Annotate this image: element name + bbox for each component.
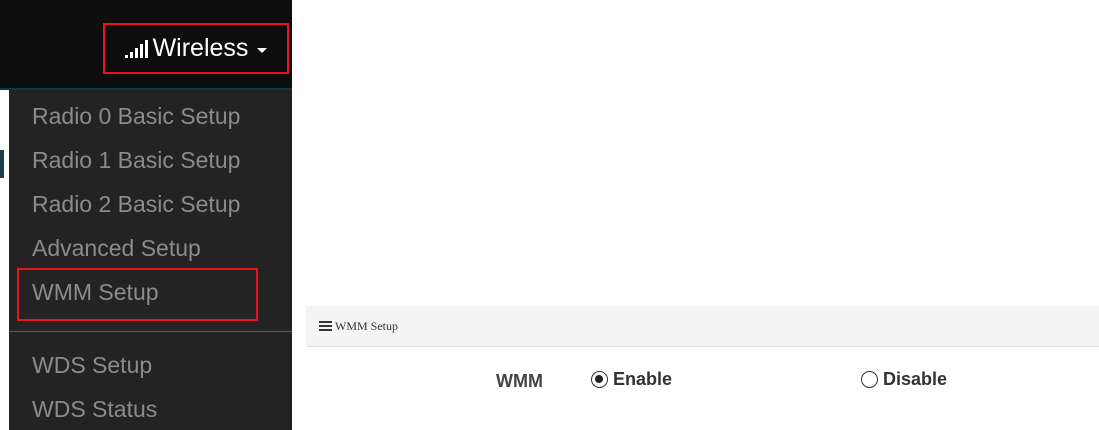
wireless-menu-toggle[interactable]: Wireless	[103, 23, 289, 74]
wmm-setup-highlight-box	[17, 268, 258, 321]
panel-title: WMM Setup	[335, 318, 398, 333]
wmm-disable-option[interactable]: Disable	[861, 369, 947, 390]
menu-item-radio0-basic-setup[interactable]: Radio 0 Basic Setup	[32, 101, 240, 131]
signal-bars-icon	[124, 39, 148, 58]
menu-item-wds-status[interactable]: WDS Status	[32, 394, 157, 424]
background-accent	[0, 150, 4, 178]
disable-radio-label: Disable	[883, 369, 948, 389]
menu-item-radio2-basic-setup[interactable]: Radio 2 Basic Setup	[32, 189, 240, 219]
wireless-menu-label: Wireless	[152, 34, 249, 62]
enable-radio[interactable]	[591, 371, 608, 388]
menu-item-wds-setup[interactable]: WDS Setup	[32, 350, 152, 380]
wmm-panel-header: WMM Setup	[306, 306, 1099, 347]
wmm-enable-option[interactable]: Enable	[591, 369, 672, 390]
caret-down-icon	[257, 48, 268, 53]
enable-radio-label: Enable	[613, 369, 673, 389]
disable-radio[interactable]	[861, 371, 878, 388]
list-icon	[319, 321, 332, 331]
wmm-field-label: WMM	[496, 371, 543, 391]
wmm-panel-body	[306, 347, 1099, 430]
menu-item-radio1-basic-setup[interactable]: Radio 1 Basic Setup	[32, 145, 240, 175]
screenshot-canvas: Wireless Radio 0 Basic Setup Radio 1 Bas…	[0, 0, 1099, 430]
menu-item-advanced-setup[interactable]: Advanced Setup	[32, 233, 201, 263]
menu-divider	[9, 331, 292, 332]
